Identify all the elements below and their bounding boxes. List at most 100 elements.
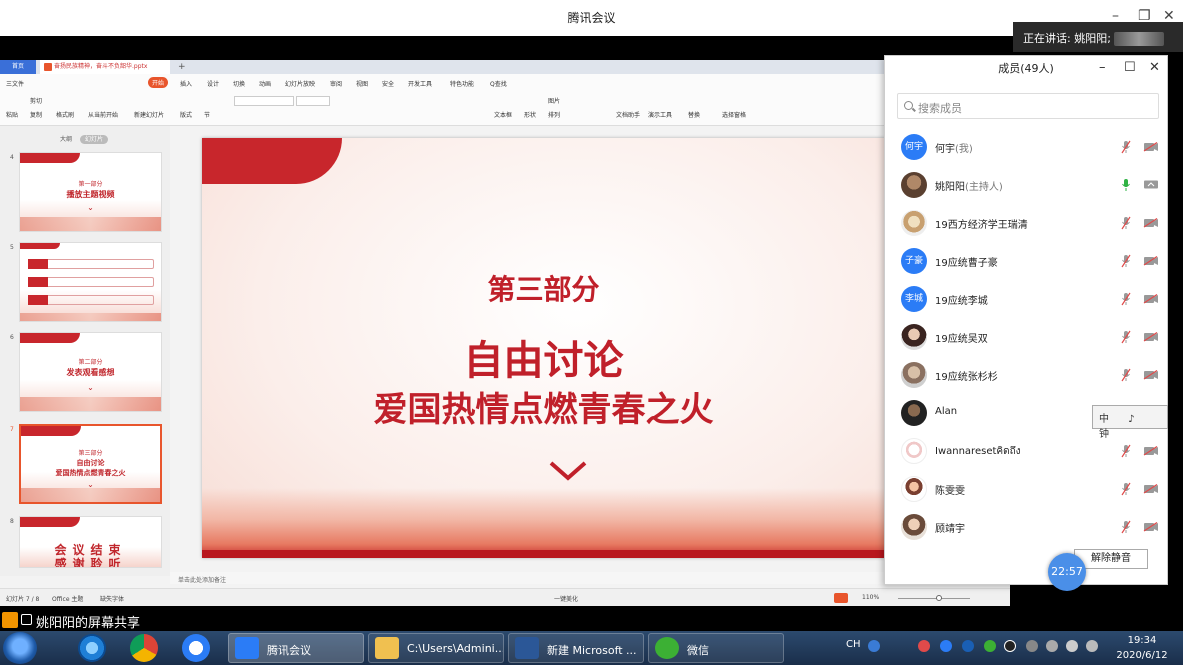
- font-size-select[interactable]: [296, 96, 330, 106]
- tray-app-icon[interactable]: [1026, 640, 1038, 652]
- network-icon[interactable]: [1046, 640, 1058, 652]
- arrange-button[interactable]: 排列: [548, 110, 560, 119]
- screen-share-icon[interactable]: [1143, 180, 1159, 190]
- mic-muted-icon[interactable]: [1121, 292, 1131, 306]
- tab-outline[interactable]: 大纲: [60, 136, 72, 143]
- mic-muted-icon[interactable]: [1121, 482, 1131, 496]
- task-wechat[interactable]: 微信: [648, 633, 784, 663]
- member-row[interactable]: 何宇 何宇(我): [885, 128, 1169, 166]
- layout-button[interactable]: 版式: [180, 110, 192, 119]
- mic-muted-icon[interactable]: [1121, 444, 1131, 458]
- mic-muted-icon[interactable]: [1121, 254, 1131, 268]
- camera-off-icon[interactable]: [1143, 142, 1159, 152]
- menu-slideshow[interactable]: 幻灯片放映: [285, 79, 315, 88]
- volume-icon[interactable]: [1066, 640, 1078, 652]
- taskbar-clock[interactable]: 19:34 2020/6/12: [1110, 633, 1174, 663]
- camera-off-icon[interactable]: [1143, 294, 1159, 304]
- menu-features[interactable]: 特色功能: [450, 79, 474, 88]
- beautify-button[interactable]: 一键美化: [554, 594, 578, 603]
- format-painter-button[interactable]: 格式刷: [56, 110, 74, 119]
- camera-off-icon[interactable]: [1143, 370, 1159, 380]
- play-from-current-button[interactable]: 从当前开始: [88, 110, 118, 119]
- member-row[interactable]: 19应统张杉杉: [885, 356, 1169, 394]
- menu-design[interactable]: 设计: [207, 79, 219, 88]
- menu-view[interactable]: 视图: [356, 79, 368, 88]
- slide-thumbnail-6[interactable]: 第二部分 发表观看感想 ⌄: [19, 332, 162, 412]
- replace-button[interactable]: 替换: [688, 110, 700, 119]
- maximize-icon[interactable]: ☐: [1124, 60, 1136, 75]
- present-tools-button[interactable]: 演示工具: [648, 110, 672, 119]
- copy-button[interactable]: 复制: [30, 110, 42, 119]
- menu-developer[interactable]: 开发工具: [408, 79, 432, 88]
- zoom-slider-track[interactable]: [898, 598, 970, 599]
- menu-security[interactable]: 安全: [382, 79, 394, 88]
- tray-app-icon[interactable]: [962, 640, 974, 652]
- tray-app-icon[interactable]: [918, 640, 930, 652]
- menu-review[interactable]: 审阅: [330, 79, 342, 88]
- slide-thumbnail-5[interactable]: [19, 242, 162, 322]
- camera-off-icon[interactable]: [1143, 522, 1159, 532]
- slide-thumbnail-4[interactable]: 第一部分 播放主题视频 ⌄: [19, 152, 162, 232]
- menu-transition[interactable]: 切换: [233, 79, 245, 88]
- wps-home-tab[interactable]: 首页: [0, 60, 36, 74]
- mic-muted-icon[interactable]: [1121, 140, 1131, 154]
- camera-off-icon[interactable]: [1143, 256, 1159, 266]
- font-name-select[interactable]: [234, 96, 294, 106]
- ime-toolbar[interactable]: 中 ♪ 钟: [1092, 405, 1168, 440]
- menu-animation[interactable]: 动画: [259, 79, 271, 88]
- camera-off-icon[interactable]: [1143, 484, 1159, 494]
- member-row[interactable]: Iwannaresetคิดถึง: [885, 432, 1169, 470]
- member-row[interactable]: 陈雯雯: [885, 470, 1169, 508]
- mic-muted-icon[interactable]: [1121, 330, 1131, 344]
- mic-muted-icon[interactable]: [1121, 520, 1131, 534]
- play-slideshow-button[interactable]: [834, 593, 848, 603]
- member-row[interactable]: 姚阳阳(主持人): [885, 166, 1169, 204]
- current-slide[interactable]: 第三部分 自由讨论 爱国热情点燃青春之火: [202, 138, 885, 558]
- menu-find[interactable]: Q查找: [490, 79, 507, 88]
- task-word[interactable]: 新建 Microsoft ...: [508, 633, 644, 663]
- shape-button[interactable]: 形状: [524, 110, 536, 119]
- shield-icon[interactable]: [940, 640, 952, 652]
- cut-button[interactable]: 剪切: [30, 96, 42, 105]
- camera-off-icon[interactable]: [1143, 332, 1159, 342]
- picture-button[interactable]: 图片: [548, 96, 560, 105]
- slide-thumbnail-7[interactable]: 第三部分 自由讨论 爱国热情点燃青春之火 ⌄: [19, 424, 162, 504]
- mic-muted-icon[interactable]: [1121, 368, 1131, 382]
- meeting-timer[interactable]: 22:57: [1048, 553, 1086, 591]
- camera-off-icon[interactable]: [1143, 446, 1159, 456]
- mic-muted-icon[interactable]: [1121, 216, 1131, 230]
- ie-icon[interactable]: [78, 634, 106, 662]
- member-row[interactable]: 19西方经济学王瑞清: [885, 204, 1169, 242]
- member-row[interactable]: 李城 19应统李城: [885, 280, 1169, 318]
- doc-assistant-button[interactable]: 文档助手: [616, 110, 640, 119]
- mic-on-icon[interactable]: [1121, 178, 1131, 192]
- camera-off-icon[interactable]: [1143, 218, 1159, 228]
- minimize-icon[interactable]: –: [1099, 60, 1106, 75]
- task-explorer[interactable]: C:\Users\Admini...: [368, 633, 504, 663]
- selection-pane-button[interactable]: 选择窗格: [722, 110, 746, 119]
- member-row[interactable]: 顾靖宇: [885, 508, 1169, 546]
- textbox-button[interactable]: 文本框: [494, 110, 512, 119]
- paste-button[interactable]: 粘贴: [6, 110, 18, 119]
- tab-slides[interactable]: 幻灯片: [79, 135, 108, 144]
- signal-icon[interactable]: [1086, 640, 1098, 652]
- menu-file[interactable]: 三文件: [6, 79, 24, 88]
- slide-thumbnail-8[interactable]: 会议结束 感谢聆听: [19, 516, 162, 568]
- qq-input-icon[interactable]: [868, 640, 880, 652]
- new-tab-icon[interactable]: +: [178, 60, 186, 74]
- start-button[interactable]: [3, 632, 37, 664]
- missing-font-indicator[interactable]: 缺失字体: [100, 594, 124, 603]
- new-slide-button[interactable]: 新建幻灯片: [134, 110, 164, 119]
- input-language[interactable]: CH: [846, 639, 861, 650]
- menu-insert[interactable]: 插入: [180, 79, 192, 88]
- browser-icon[interactable]: [182, 634, 210, 662]
- wechat-tray-icon[interactable]: [984, 640, 996, 652]
- member-search-input[interactable]: 搜索成员: [897, 93, 1159, 119]
- task-tencent-meeting[interactable]: 腾讯会议: [228, 633, 364, 663]
- member-row[interactable]: 子豪 19应统曹子豪: [885, 242, 1169, 280]
- notes-area[interactable]: 单击此处添加备注: [170, 572, 885, 584]
- qq-tray-icon[interactable]: [1004, 640, 1016, 652]
- zoom-slider-handle[interactable]: [936, 595, 942, 601]
- close-icon[interactable]: ✕: [1149, 60, 1160, 75]
- chrome-icon[interactable]: [130, 634, 158, 662]
